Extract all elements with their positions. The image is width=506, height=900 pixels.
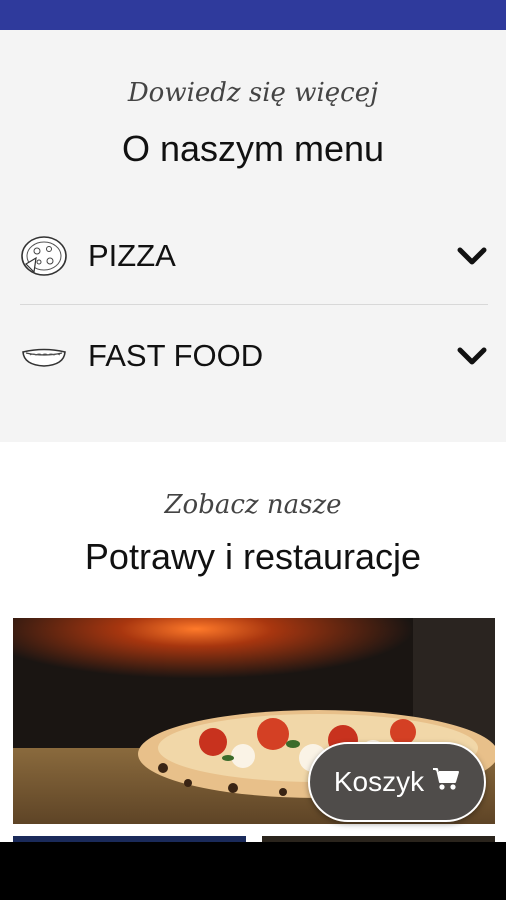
accordion-fast-food[interactable]: FAST FOOD [20,326,488,386]
cart-button[interactable]: Koszyk [308,742,486,822]
pizza-icon [20,234,68,278]
chevron-down-icon[interactable] [456,340,488,372]
accordion-pizza[interactable]: PIZZA [20,226,488,286]
hotdog-icon [20,334,68,378]
restaurants-title: Potrawy i restauracje [84,536,422,577]
menu-kicker: Dowiedz się więcej [127,78,379,108]
restaurants-kicker: Zobacz nasze [164,490,342,520]
status-bar [0,0,506,30]
navigation-bar [0,842,506,900]
cart-icon [432,766,460,799]
cart-label: Koszyk [333,766,425,797]
menu-divider [20,304,488,305]
chevron-down-icon[interactable] [456,240,488,272]
menu-title: O naszym menu [121,128,385,169]
accordion-pizza-label: PIZZA [88,238,176,273]
accordion-fast-food-label: FAST FOOD [88,338,264,373]
